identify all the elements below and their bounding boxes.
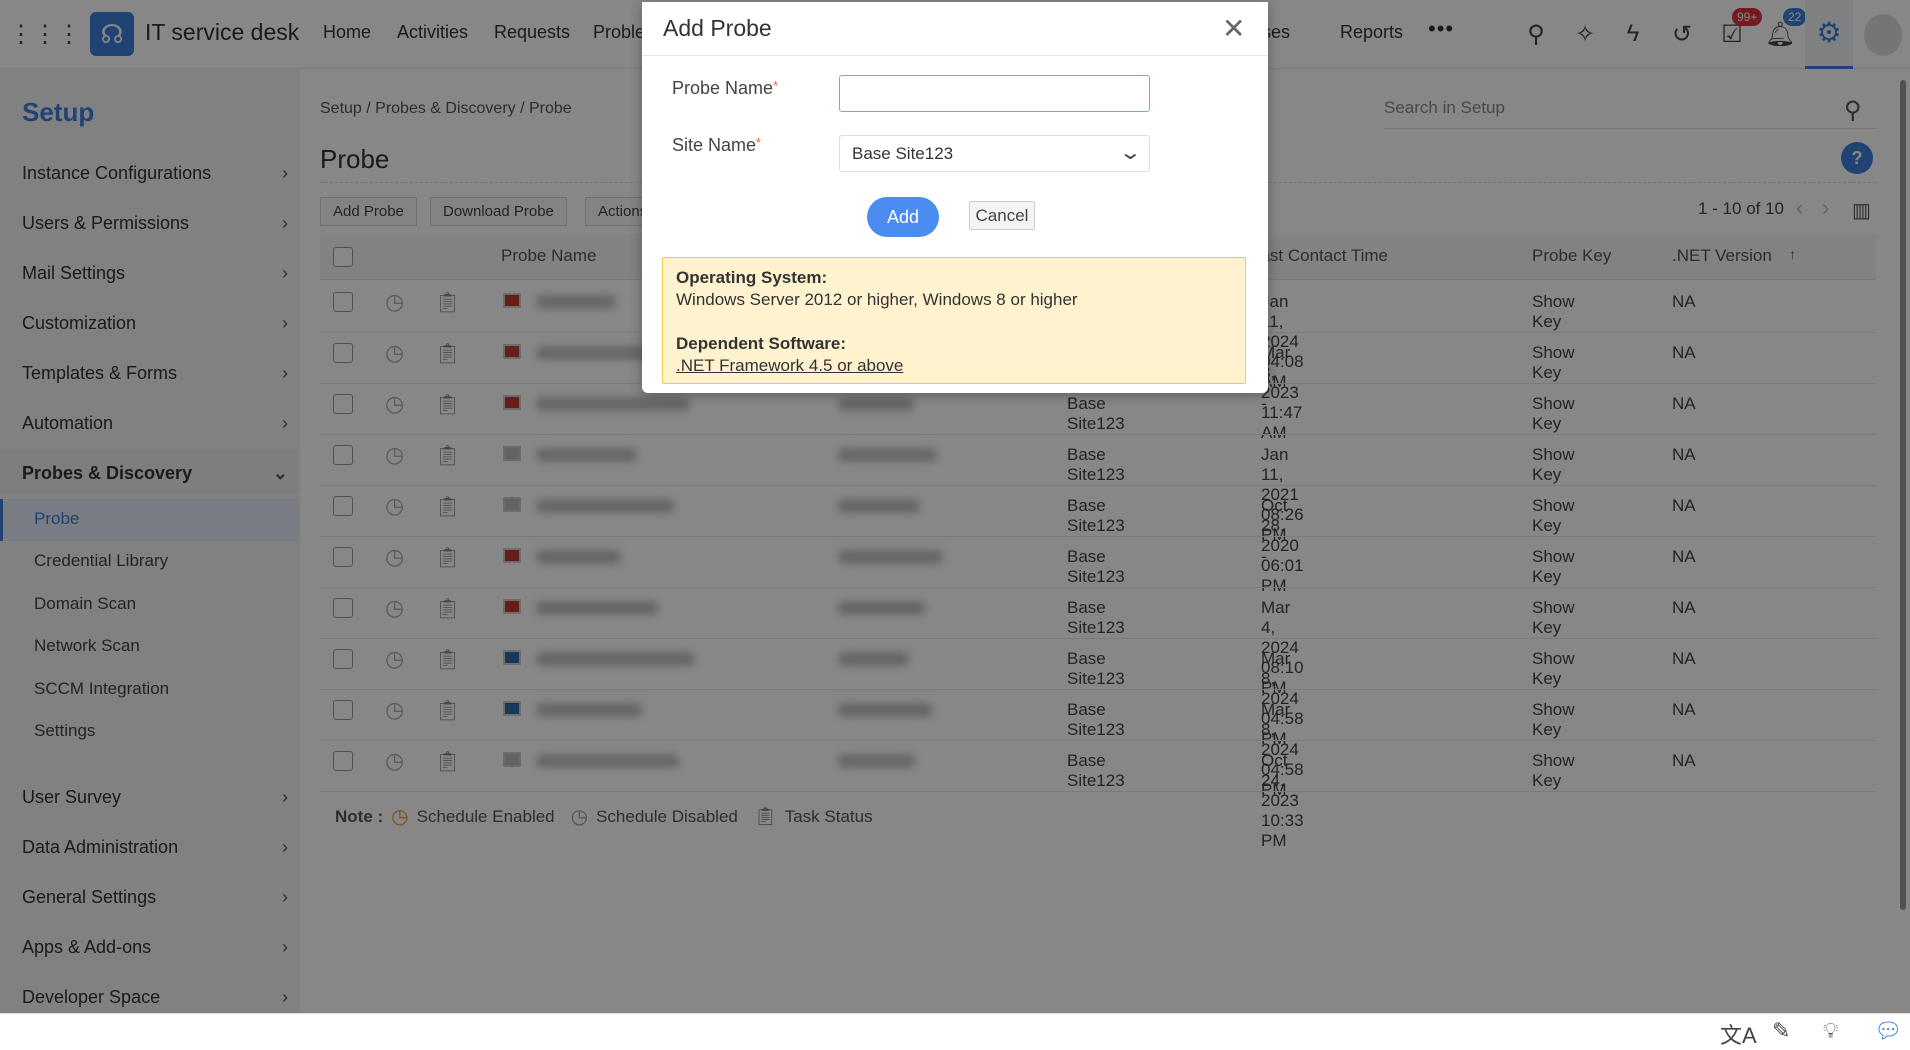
dependent-software-label: Dependent Software: bbox=[676, 334, 847, 353]
divider bbox=[642, 55, 1268, 56]
notes-icon[interactable]: ✎ bbox=[1772, 1018, 1790, 1044]
cancel-button[interactable]: Cancel bbox=[969, 201, 1035, 230]
chat-icon[interactable]: 💬︎ bbox=[1874, 1018, 1902, 1044]
probe-name-label: Probe Name* bbox=[672, 78, 779, 98]
os-label: Operating System: bbox=[676, 268, 828, 287]
add-button[interactable]: Add bbox=[867, 197, 939, 237]
lightbulb-icon[interactable]: 💡︎ bbox=[1823, 1018, 1838, 1044]
site-name-value: Base Site123 bbox=[852, 144, 954, 163]
close-icon[interactable]: ✕ bbox=[1222, 12, 1245, 45]
net-framework-link[interactable]: .NET Framework 4.5 or above bbox=[676, 356, 903, 375]
site-name-select[interactable]: Base Site123 ⌄ bbox=[839, 135, 1150, 172]
translate-icon[interactable]: 文A bbox=[1720, 1018, 1757, 1050]
add-probe-dialog: Add Probe ✕ Probe Name* Site Name* Base … bbox=[642, 2, 1268, 393]
os-value: Windows Server 2012 or higher, Windows 8… bbox=[676, 290, 1078, 309]
chevron-down-icon: ⌄ bbox=[1118, 142, 1143, 164]
requirements-info-box: Operating System: Windows Server 2012 or… bbox=[662, 257, 1246, 384]
dialog-title: Add Probe bbox=[663, 15, 772, 41]
bottom-bar: 文A ✎ 💡︎ 💬︎ bbox=[0, 1013, 1910, 1048]
site-name-label: Site Name* bbox=[672, 135, 762, 155]
probe-name-input[interactable] bbox=[839, 75, 1150, 112]
